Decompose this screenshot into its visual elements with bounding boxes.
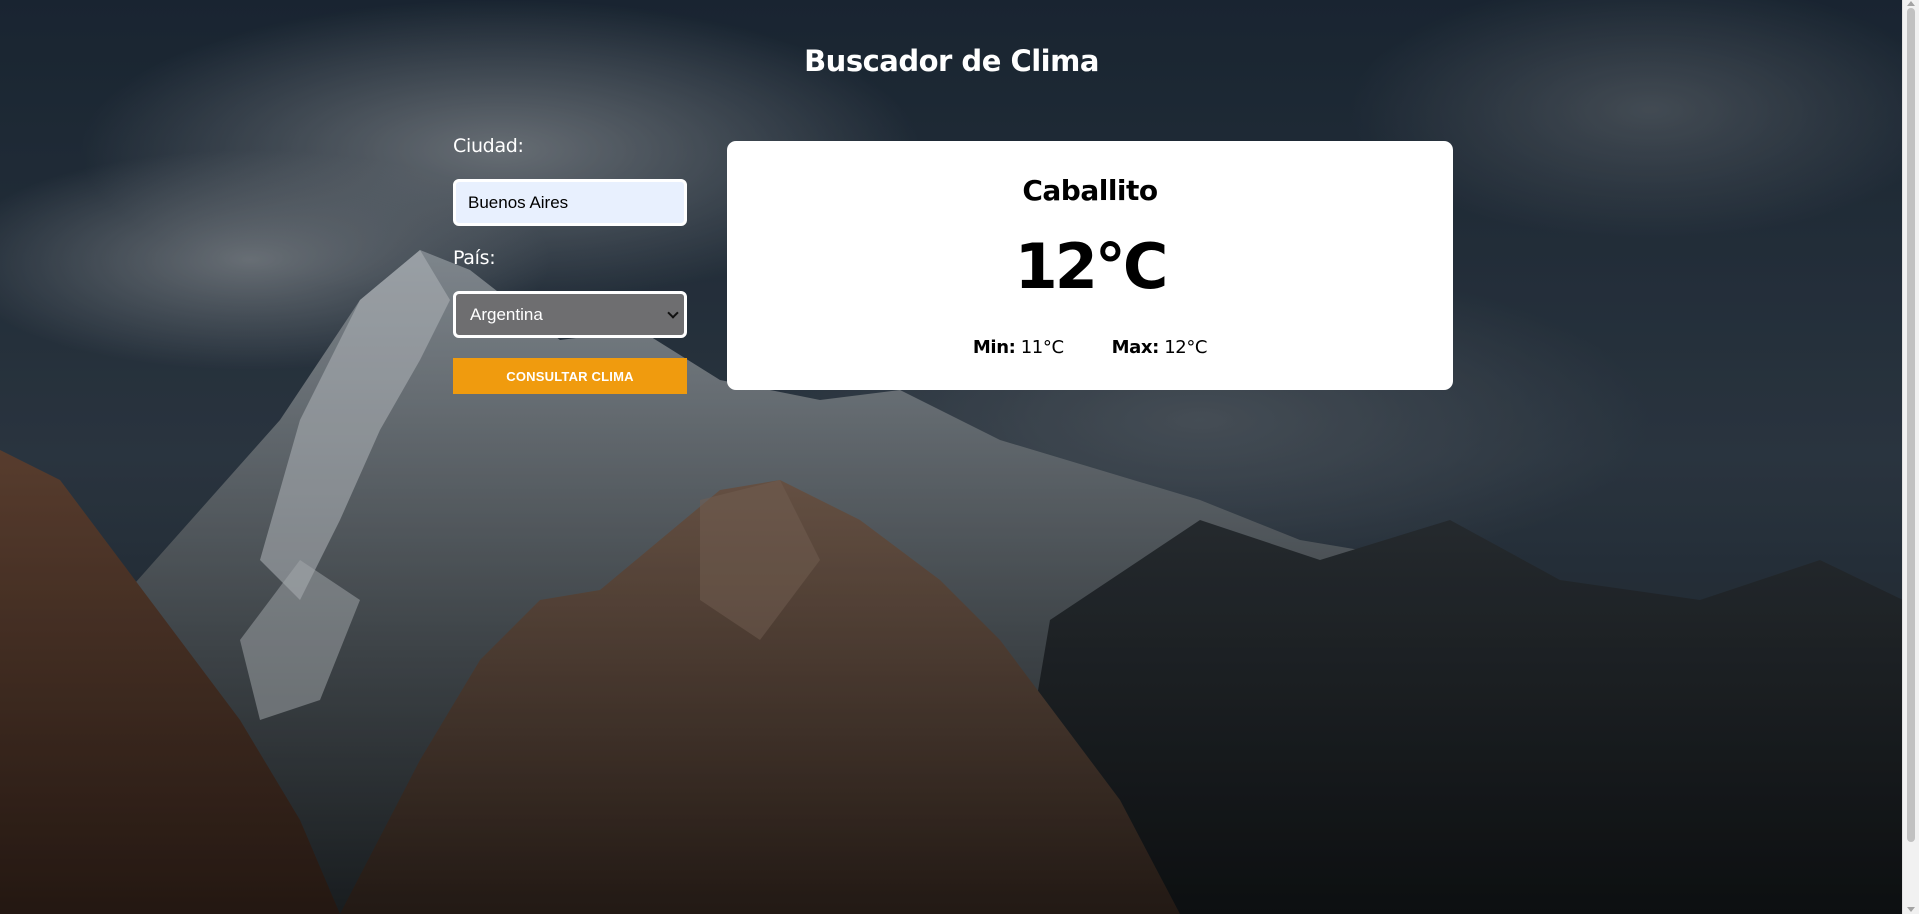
city-input[interactable] [453,179,687,226]
max-temperature: Max: 12°C [1111,337,1208,358]
country-select-value: Argentina [470,304,543,324]
scroll-thumb[interactable] [1907,8,1915,842]
country-label: País: [453,247,496,269]
min-value: 11°C [1020,337,1064,358]
scroll-down-icon[interactable] [1907,907,1915,912]
check-weather-button-label: CONSULTAR CLIMA [506,368,634,384]
country-select[interactable]: Argentina [453,291,687,338]
city-label: Ciudad: [453,135,524,157]
page-title: Buscador de Clima [804,44,1099,78]
min-temperature: Min: 11°C [973,337,1064,358]
chevron-down-icon [667,307,679,319]
result-city-name: Caballito [1022,174,1158,207]
min-label: Min: [972,337,1016,358]
current-temperature: 12°C [1014,230,1169,303]
weather-search-form: Ciudad: País: Argentina CONSULTAR CLIMA [453,135,688,394]
check-weather-button[interactable]: CONSULTAR CLIMA [453,358,687,394]
page-scrollbar[interactable] [1902,0,1919,914]
max-value: 12°C [1164,337,1208,358]
weather-result-card: Caballito 12°C Min: 11°C Max: 12°C [727,141,1453,390]
max-label: Max: [1111,337,1160,358]
min-max-temperatures: Min: 11°C Max: 12°C [727,337,1453,358]
background-image [0,0,1903,914]
scroll-up-icon[interactable] [1907,1,1915,6]
